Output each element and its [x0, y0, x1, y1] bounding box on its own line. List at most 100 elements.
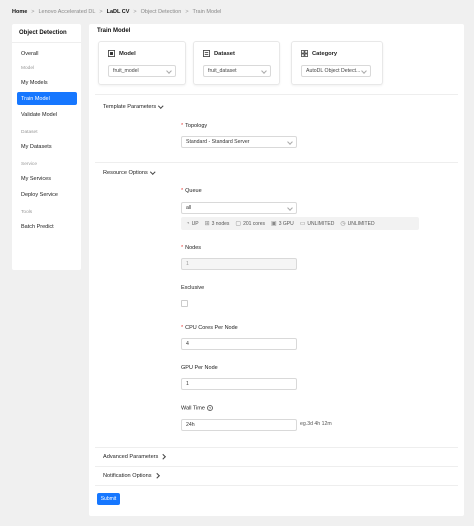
category-card-label: Category	[312, 50, 338, 57]
sidebar-item-batch-predict[interactable]: Batch Predict	[17, 220, 77, 233]
model-icon	[108, 50, 115, 57]
queue-label-text: Queue	[185, 188, 202, 194]
wall-time-label: Wall Time?	[181, 405, 213, 412]
queue-select-value: all	[186, 205, 192, 211]
info-icon[interactable]: ?	[206, 405, 213, 411]
category-card-header: Category	[301, 50, 337, 57]
advanced-parameters-toggle[interactable]: Advanced Parameters	[103, 454, 166, 460]
divider	[95, 466, 458, 467]
resource-options-toggle[interactable]: Resource Options	[103, 169, 156, 176]
template-parameters-toggle[interactable]: Template Parameters	[103, 103, 164, 110]
page-title: Train Model	[97, 28, 131, 34]
sidebar-title: Object Detection	[12, 24, 81, 43]
sidebar-item-train-model[interactable]: Train Model	[17, 92, 77, 105]
model-card-label: Model	[119, 50, 136, 57]
resource-options-title: Resource Options	[103, 170, 148, 176]
queue-nodes: ⊞ 3 nodes	[205, 221, 230, 227]
chevron-right-icon	[160, 454, 166, 460]
topology-label-text: Topology	[185, 123, 208, 129]
chevron-right-icon	[153, 473, 159, 479]
sidebar-item-overall[interactable]: Overall	[17, 47, 77, 60]
queue-cores: ▢ 201 cores	[235, 221, 265, 227]
category-select[interactable]: AutoDL Object Detect...	[301, 65, 371, 77]
breadcrumb-separator: >	[31, 9, 35, 15]
queue-status-text: UP	[191, 220, 199, 227]
cpu-cores-label-text: CPU Cores Per Node	[185, 325, 238, 331]
required-marker: *	[181, 245, 184, 251]
nodes-label-text: Nodes	[185, 245, 202, 251]
sidebar-section-service: Service	[21, 162, 37, 167]
sidebar-item-validate-model[interactable]: Validate Model	[17, 108, 77, 121]
required-marker: *	[181, 123, 184, 129]
queue-limit-text: UNLIMITED	[307, 220, 335, 227]
nodes-input[interactable]: 1	[181, 258, 297, 270]
exclusive-checkbox[interactable]	[181, 300, 188, 307]
dataset-card: Dataset fruit_dataset	[193, 41, 280, 85]
gpu-per-node-label: GPU Per Node	[181, 365, 218, 371]
sidebar-section-model: Model	[21, 66, 35, 71]
model-select[interactable]: fruit_model	[108, 65, 176, 77]
queue-stats: ◔ UP ⊞ 3 nodes ▢ 201 cores ▣ 3 GPU ▭ UNLIMITE…	[181, 217, 419, 230]
chevron-down-icon	[261, 68, 267, 74]
wall-time-hint: eg.3d 4h 12m	[300, 421, 332, 427]
queue-gpu-text: 3 GPU	[278, 220, 294, 227]
category-card: Category AutoDL Object Detect...	[291, 41, 383, 85]
nodes-label: * Nodes	[181, 245, 201, 251]
sidebar-section-dataset: Dataset	[21, 130, 38, 135]
limit-icon: ▭	[299, 220, 306, 227]
gpu-per-node-input[interactable]: 1	[181, 378, 297, 390]
cpu-icon: ▢	[235, 220, 242, 227]
clock-icon: ◷	[340, 220, 346, 227]
breadcrumb-separator: >	[133, 9, 137, 15]
breadcrumb-separator: >	[99, 9, 103, 15]
dataset-card-header: Dataset	[203, 50, 235, 57]
queue-status: ◔ UP	[186, 221, 199, 227]
sidebar-item-my-datasets[interactable]: My Datasets	[17, 140, 77, 153]
divider	[95, 162, 458, 163]
required-marker: *	[181, 188, 184, 194]
sidebar-item-my-services[interactable]: My Services	[17, 172, 77, 185]
divider	[95, 447, 458, 448]
queue-cores-text: 201 cores	[243, 220, 266, 227]
sidebar-item-my-models[interactable]: My Models	[17, 76, 77, 89]
main-panel: Train Model Model fruit_model Dataset fr…	[89, 24, 464, 516]
sidebar-item-deploy-service[interactable]: Deploy Service	[17, 188, 77, 201]
queue-nodes-text: 3 nodes	[211, 220, 230, 227]
topology-label: * Topology	[181, 123, 207, 129]
nodes-icon: ⊞	[204, 220, 210, 227]
chevron-down-icon	[287, 139, 293, 145]
breadcrumb-task[interactable]: Object Detection	[141, 9, 182, 15]
category-icon	[301, 50, 308, 57]
cpu-cores-input[interactable]: 4	[181, 338, 297, 350]
model-select-value: fruit_model	[113, 68, 139, 74]
exclusive-label: Exclusive	[181, 285, 205, 291]
divider	[95, 94, 458, 95]
template-parameters-title: Template Parameters	[103, 104, 157, 110]
divider	[95, 485, 458, 486]
queue-gpu: ▣ 3 GPU	[271, 221, 294, 227]
breadcrumb-app[interactable]: Lenovo Accelerated DL	[39, 9, 96, 15]
notification-options-toggle[interactable]: Notification Options	[103, 473, 159, 479]
dataset-select[interactable]: fruit_dataset	[203, 65, 271, 77]
dataset-card-label: Dataset	[214, 50, 235, 57]
queue-time-limit: ◷ UNLIMITED	[340, 221, 374, 227]
wall-time-label-text: Wall Time	[181, 405, 205, 412]
chevron-down-icon	[150, 169, 156, 175]
model-card: Model fruit_model	[98, 41, 186, 85]
category-select-value: AutoDL Object Detect...	[306, 68, 361, 74]
queue-time-limit-text: UNLIMITED	[347, 220, 375, 227]
topology-select[interactable]: Standard - Standard Server	[181, 136, 297, 148]
model-card-header: Model	[108, 50, 136, 57]
submit-button[interactable]: Submit	[97, 493, 120, 505]
sidebar: Object Detection Overall Model My Models…	[12, 24, 81, 270]
cpu-cores-label: * CPU Cores Per Node	[181, 325, 238, 331]
dataset-icon	[203, 50, 210, 57]
breadcrumb-project[interactable]: LaDL CV	[107, 9, 130, 15]
queue-label: * Queue	[181, 188, 202, 194]
queue-select[interactable]: all	[181, 202, 297, 214]
sidebar-section-tools: Tools	[21, 210, 33, 215]
wall-time-input[interactable]: 24h	[181, 419, 297, 431]
breadcrumb: Home > Lenovo Accelerated DL > LaDL CV >…	[12, 9, 221, 15]
breadcrumb-current: Train Model	[192, 9, 222, 15]
breadcrumb-home[interactable]: Home	[12, 9, 27, 15]
